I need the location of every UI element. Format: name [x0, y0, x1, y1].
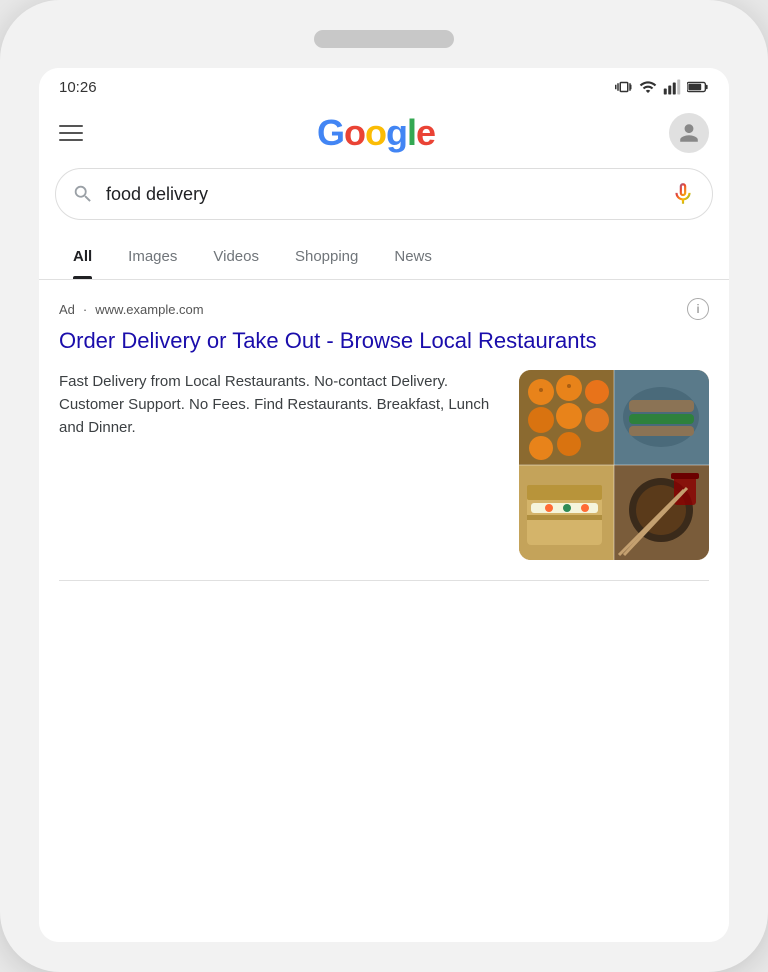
- search-results: Ad · www.example.com i Order Delivery or…: [39, 280, 729, 942]
- ad-title[interactable]: Order Delivery or Take Out - Browse Loca…: [59, 326, 709, 356]
- phone-frame: 10:26: [0, 0, 768, 972]
- logo-g: G: [317, 112, 344, 153]
- vibrate-icon: [615, 78, 633, 96]
- tab-videos[interactable]: Videos: [195, 234, 277, 279]
- logo-o1: o: [344, 112, 365, 153]
- ad-label: Ad: [59, 302, 75, 317]
- ad-dot: ·: [83, 302, 87, 317]
- search-bar-wrapper: food delivery: [39, 168, 729, 234]
- top-bar: Google: [39, 102, 729, 168]
- search-tabs: All Images Videos Shopping News: [39, 234, 729, 280]
- hamburger-menu[interactable]: [59, 125, 83, 141]
- wifi-icon: [639, 78, 657, 96]
- signal-icon: [663, 78, 681, 96]
- ad-url[interactable]: www.example.com: [95, 302, 203, 317]
- info-icon[interactable]: i: [687, 298, 709, 320]
- user-avatar[interactable]: [669, 113, 709, 153]
- status-bar: 10:26: [39, 68, 729, 102]
- google-logo: Google: [317, 112, 435, 154]
- ad-header: Ad · www.example.com i: [59, 298, 709, 320]
- search-icon: [72, 183, 94, 205]
- ad-image: [519, 370, 709, 560]
- ad-description: Fast Delivery from Local Restaurants. No…: [59, 370, 499, 440]
- tab-news[interactable]: News: [376, 234, 450, 279]
- person-icon: [678, 122, 700, 144]
- status-icons: [615, 78, 709, 96]
- hamburger-line-3: [59, 139, 83, 141]
- tab-images[interactable]: Images: [110, 234, 195, 279]
- battery-icon: [687, 78, 709, 96]
- ad-info: Ad · www.example.com: [59, 302, 204, 317]
- microphone-icon[interactable]: [670, 181, 696, 207]
- hamburger-line-1: [59, 125, 83, 127]
- logo-e: e: [416, 112, 435, 153]
- search-query[interactable]: food delivery: [106, 184, 658, 205]
- tab-shopping[interactable]: Shopping: [277, 234, 376, 279]
- status-time: 10:26: [59, 79, 97, 96]
- logo-g2: g: [386, 112, 407, 153]
- tab-all[interactable]: All: [55, 234, 110, 279]
- hamburger-line-2: [59, 132, 83, 134]
- ad-content: Fast Delivery from Local Restaurants. No…: [59, 370, 709, 560]
- food-image-svg: [519, 370, 709, 560]
- search-bar[interactable]: food delivery: [55, 168, 713, 220]
- result-divider: [59, 580, 709, 581]
- phone-notch: [314, 30, 454, 48]
- logo-o2: o: [365, 112, 386, 153]
- phone-screen: 10:26: [39, 68, 729, 942]
- logo-l: l: [407, 112, 416, 153]
